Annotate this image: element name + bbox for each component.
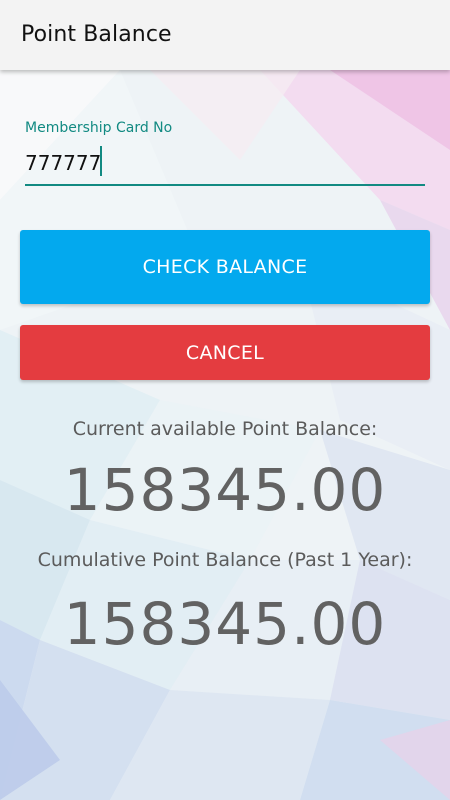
membership-card-underline <box>25 184 425 186</box>
membership-card-input[interactable] <box>25 146 425 180</box>
page-title: Point Balance <box>21 22 172 47</box>
check-balance-button[interactable]: CHECK BALANCE <box>20 230 430 304</box>
membership-card-label: Membership Card No <box>25 120 173 136</box>
cumulative-balance-value: 158345.00 <box>63 590 387 658</box>
app-bar: Point Balance <box>0 0 450 70</box>
current-balance-label: Current available Point Balance: <box>72 418 378 440</box>
text-cursor <box>100 146 102 176</box>
cumulative-balance-label: Cumulative Point Balance (Past 1 Year): <box>37 549 413 571</box>
current-balance-value: 158345.00 <box>63 456 387 524</box>
cancel-button[interactable]: CANCEL <box>20 325 430 380</box>
